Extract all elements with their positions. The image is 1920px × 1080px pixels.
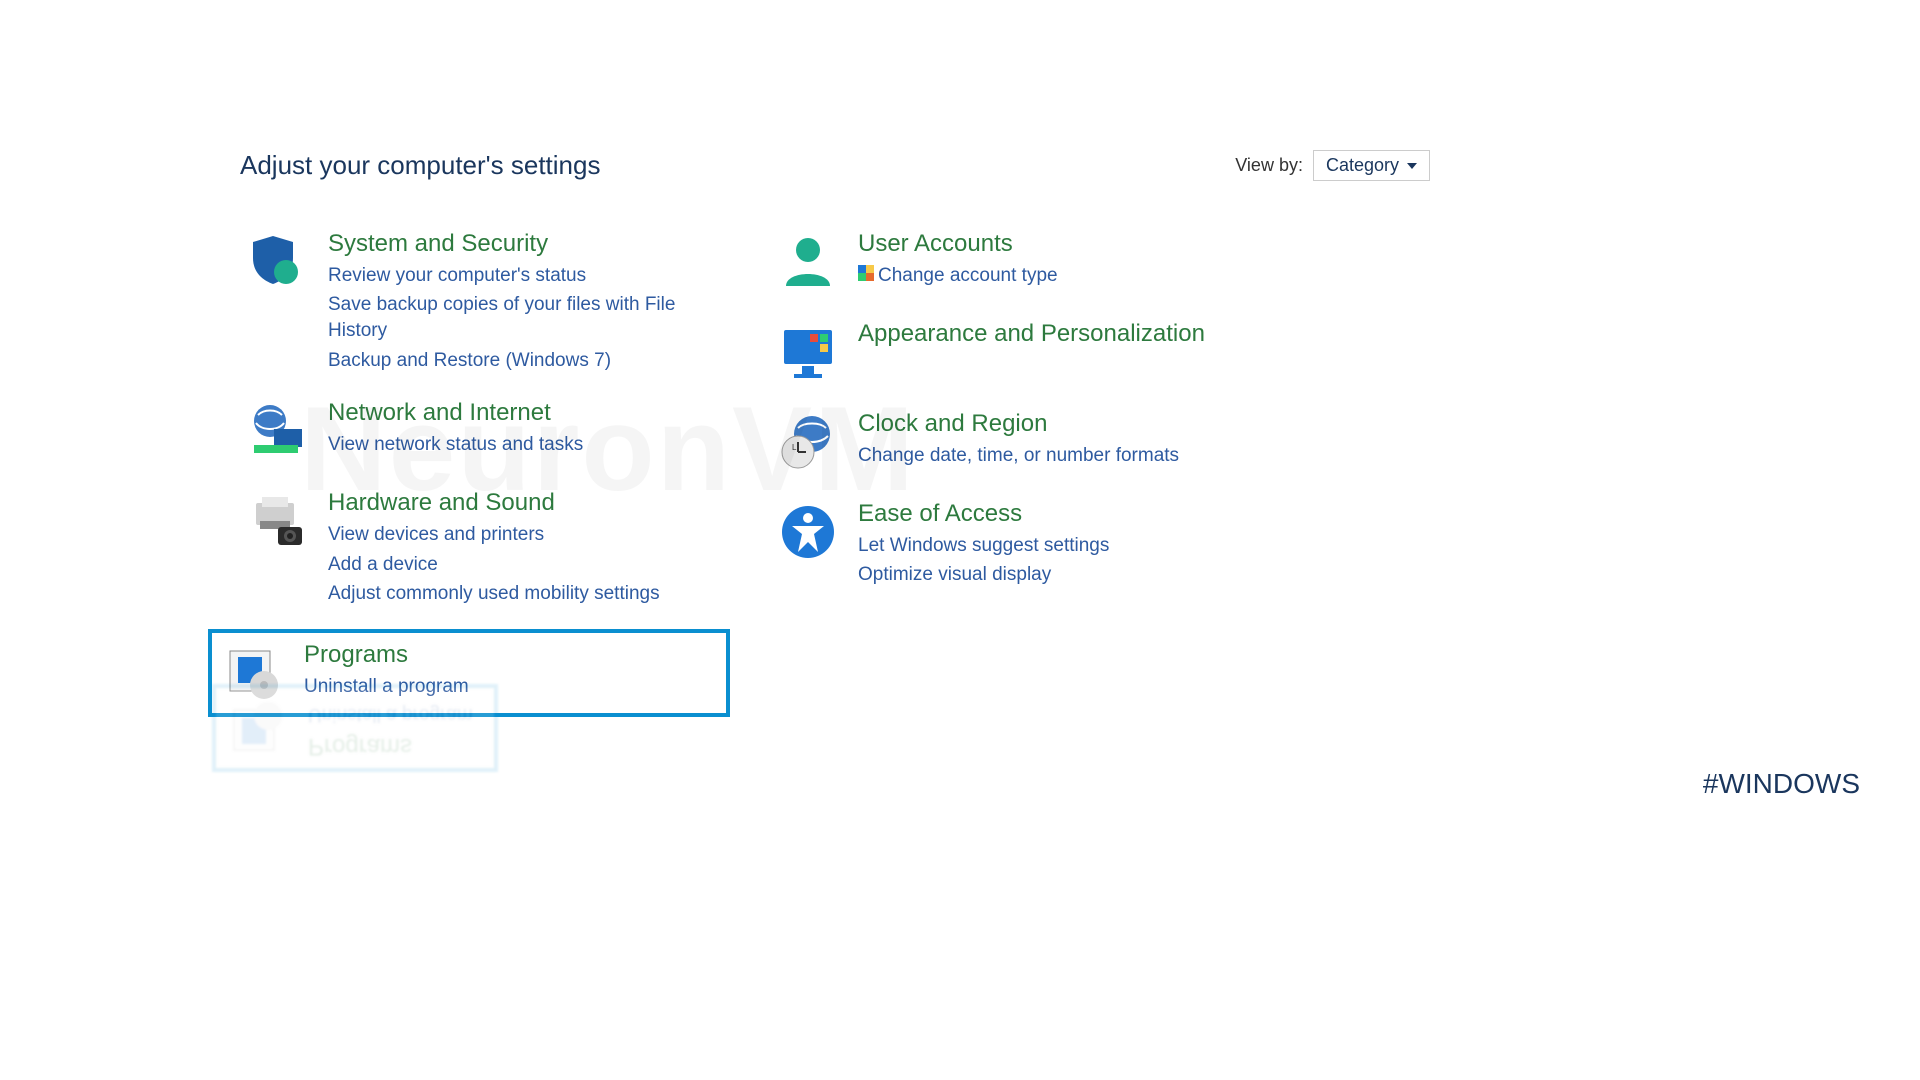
shield-icon bbox=[246, 230, 310, 294]
hashtag-label: #WINDOWS bbox=[1703, 768, 1860, 800]
category-title[interactable]: Clock and Region bbox=[858, 410, 1179, 439]
view-by-group: View by: Category bbox=[1235, 150, 1430, 181]
clock-globe-icon: L bbox=[776, 410, 840, 474]
view-by-value: Category bbox=[1326, 155, 1399, 176]
category-title[interactable]: Appearance and Personalization bbox=[858, 320, 1205, 349]
category-link[interactable]: View network status and tasks bbox=[328, 432, 583, 458]
category-link[interactable]: Change date, time, or number formats bbox=[858, 443, 1179, 469]
right-column: User Accounts Change account type bbox=[770, 226, 1270, 735]
category-programs: Programs Uninstall a program bbox=[208, 629, 730, 717]
category-ease-of-access: Ease of Access Let Windows suggest setti… bbox=[770, 496, 1270, 592]
svg-text:L: L bbox=[792, 443, 797, 452]
control-panel-container: Adjust your computer's settings View by:… bbox=[0, 0, 1920, 735]
category-link[interactable]: Optimize visual display bbox=[858, 562, 1109, 588]
category-link[interactable]: View devices and printers bbox=[328, 522, 660, 548]
category-hardware-sound: Hardware and Sound View devices and prin… bbox=[240, 485, 730, 611]
globe-network-icon bbox=[246, 399, 310, 463]
accessibility-icon bbox=[776, 500, 840, 564]
category-user-accounts: User Accounts Change account type bbox=[770, 226, 1270, 298]
header-row: Adjust your computer's settings View by:… bbox=[240, 150, 1680, 181]
user-icon bbox=[776, 230, 840, 294]
uac-shield-icon bbox=[858, 263, 874, 289]
category-title[interactable]: Hardware and Sound bbox=[328, 489, 660, 518]
category-network-internet: Network and Internet View network status… bbox=[240, 395, 730, 467]
category-link[interactable]: Backup and Restore (Windows 7) bbox=[328, 348, 724, 374]
programs-icon bbox=[222, 641, 286, 705]
category-title[interactable]: Ease of Access bbox=[858, 500, 1109, 529]
category-link[interactable]: Save backup copies of your files with Fi… bbox=[328, 292, 724, 343]
category-title[interactable]: Programs bbox=[304, 641, 469, 670]
monitor-personalization-icon bbox=[776, 320, 840, 384]
category-clock-region: L Clock and Region Change date, time, or… bbox=[770, 406, 1270, 478]
printer-camera-icon bbox=[246, 489, 310, 553]
category-appearance-personalization: Appearance and Personalization bbox=[770, 316, 1270, 388]
category-link[interactable]: Add a device bbox=[328, 552, 660, 578]
category-title[interactable]: Network and Internet bbox=[328, 399, 583, 428]
category-title[interactable]: System and Security bbox=[328, 230, 724, 259]
category-system-security: System and Security Review your computer… bbox=[240, 226, 730, 377]
category-link[interactable]: Review your computer's status bbox=[328, 263, 724, 289]
category-link[interactable]: Change account type bbox=[858, 263, 1058, 289]
category-link[interactable]: Uninstall a program bbox=[304, 674, 469, 700]
page-title: Adjust your computer's settings bbox=[240, 150, 600, 181]
left-column: System and Security Review your computer… bbox=[240, 226, 730, 735]
view-by-label: View by: bbox=[1235, 155, 1303, 176]
categories-columns: System and Security Review your computer… bbox=[240, 226, 1680, 735]
view-by-dropdown[interactable]: Category bbox=[1313, 150, 1430, 181]
chevron-down-icon bbox=[1407, 163, 1417, 169]
category-link[interactable]: Adjust commonly used mobility settings bbox=[328, 581, 660, 607]
category-link[interactable]: Let Windows suggest settings bbox=[858, 533, 1109, 559]
category-title[interactable]: User Accounts bbox=[858, 230, 1058, 259]
